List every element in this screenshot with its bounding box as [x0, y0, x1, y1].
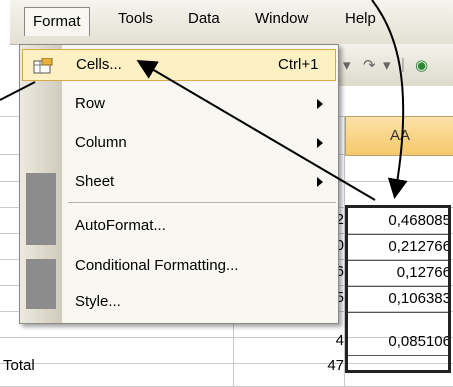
cell-count[interactable]: 4: [230, 332, 344, 349]
toolbar: ▾ ↷ ▾ | ◉: [335, 44, 453, 86]
menu-item-label: AutoFormat...: [75, 217, 166, 234]
redo-dropdown-icon[interactable]: ▾: [383, 56, 391, 74]
menu-item-style[interactable]: Style...: [20, 285, 338, 319]
menu-item-shortcut: Ctrl+1: [278, 56, 319, 73]
menu-item-label: Style...: [75, 293, 121, 310]
redo-icon[interactable]: ↷: [363, 56, 376, 74]
selection-range: [345, 205, 451, 373]
menu-item-label: Sheet: [75, 173, 115, 190]
menu-item-label: Column: [75, 134, 127, 151]
total-value[interactable]: 47: [250, 357, 344, 374]
dropdown-icon[interactable]: ▾: [343, 56, 351, 74]
format-cells-icon: [33, 58, 53, 74]
menu-item-autoformat[interactable]: AutoFormat...: [20, 209, 338, 243]
menu-item-label: Conditional Formatting...: [75, 257, 239, 274]
menu-item-cells[interactable]: Cells... Ctrl+1: [22, 49, 336, 81]
menu-item-row[interactable]: Row: [20, 87, 338, 121]
submenu-arrow-icon: [317, 177, 323, 187]
menu-format[interactable]: Format: [24, 7, 90, 36]
menu-tools[interactable]: Tools: [118, 10, 153, 27]
menu-item-label: Row: [75, 95, 106, 112]
toolbar-separator: |: [401, 56, 405, 73]
submenu-arrow-icon: [317, 99, 323, 109]
hyperlink-icon[interactable]: ◉: [415, 56, 428, 74]
menu-separator: [68, 202, 336, 203]
menu-help[interactable]: Help: [345, 10, 376, 27]
menu-data[interactable]: Data: [188, 10, 220, 27]
total-label[interactable]: Total: [3, 357, 35, 374]
menu-item-conditional-formatting[interactable]: Conditional Formatting...: [20, 249, 338, 283]
menu-item-label: Cells...: [76, 56, 122, 73]
menu-window[interactable]: Window: [255, 10, 308, 27]
submenu-arrow-icon: [317, 138, 323, 148]
format-menu: Cells... Ctrl+1 Row Column Sheet AutoFor…: [19, 44, 339, 324]
menu-bar: Format Tools Data Window Help: [10, 0, 453, 45]
menu-item-sheet[interactable]: Sheet: [20, 165, 338, 199]
menu-item-column[interactable]: Column: [20, 126, 338, 160]
column-header-aa[interactable]: AA: [345, 116, 453, 156]
